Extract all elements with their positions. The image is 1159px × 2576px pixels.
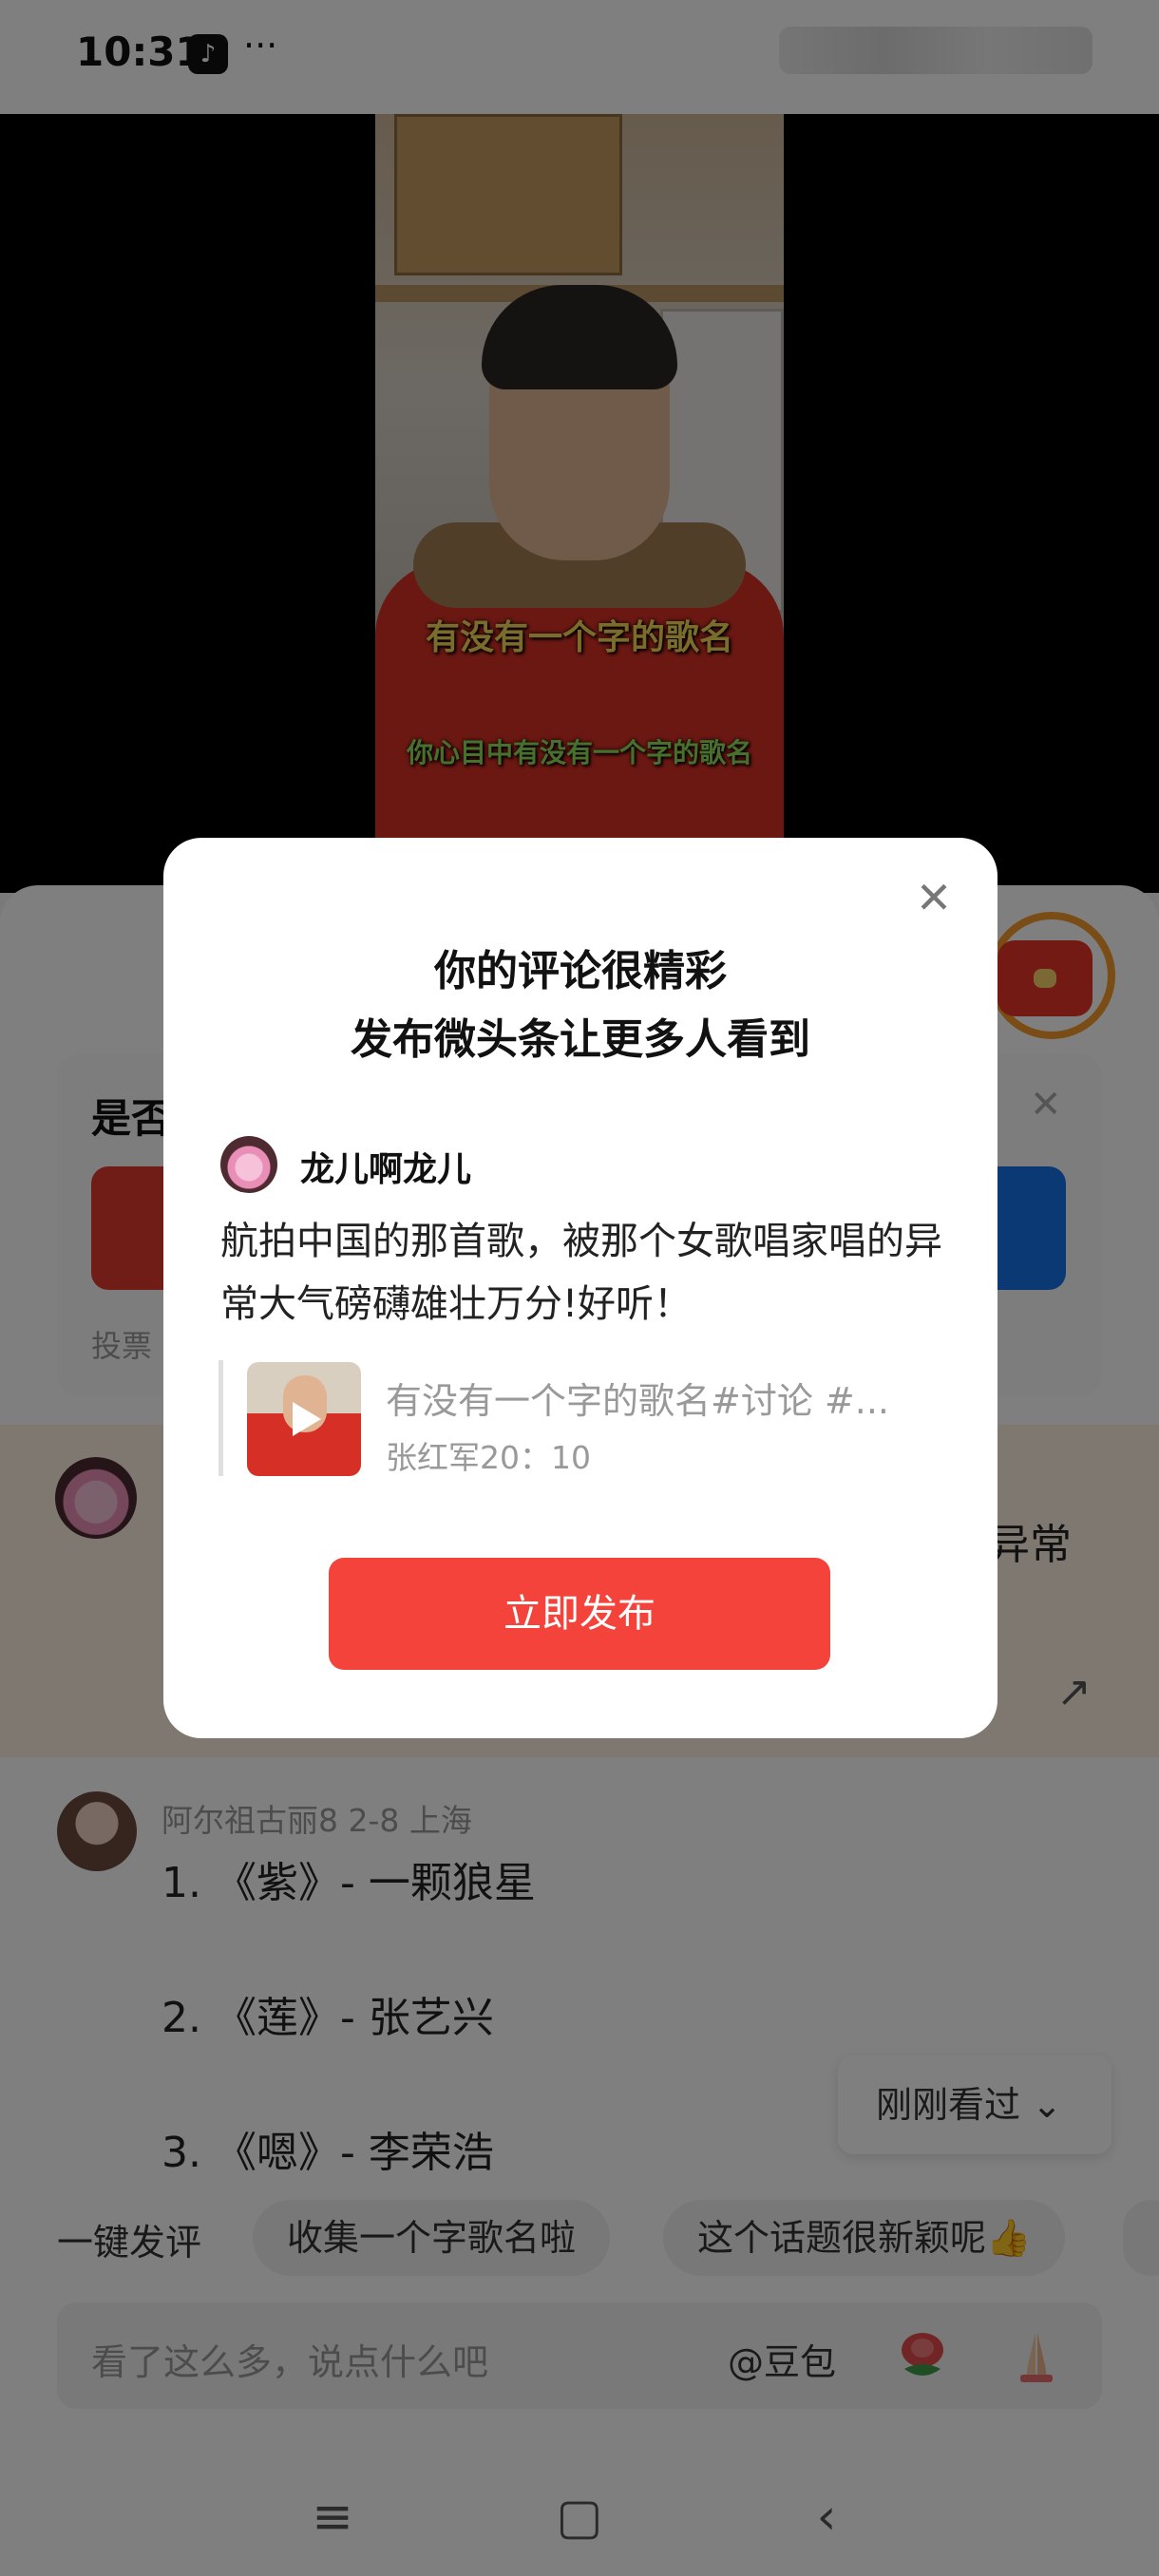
- dialog-video-title: 有没有一个字的歌名#讨论 #...: [386, 1380, 889, 1422]
- dialog-title-line1: 你的评论很精彩: [434, 947, 727, 995]
- video-thumbnail: [247, 1362, 361, 1476]
- publish-button[interactable]: 立即发布: [329, 1558, 830, 1670]
- play-icon: [293, 1402, 321, 1436]
- dialog-video-author: 张红军20：10: [386, 1439, 591, 1476]
- close-icon[interactable]: ✕: [910, 874, 958, 921]
- quote-bar: [218, 1360, 223, 1476]
- dialog-title-line2: 发布微头条让更多人看到: [351, 1015, 810, 1064]
- dialog-comment-text: 航拍中国的那首歌，被那个女歌唱家唱的异常大气磅礴雄壮万分!好听！: [220, 1220, 942, 1326]
- avatar: [220, 1136, 277, 1193]
- dialog-username: 龙儿啊龙儿: [300, 1150, 472, 1189]
